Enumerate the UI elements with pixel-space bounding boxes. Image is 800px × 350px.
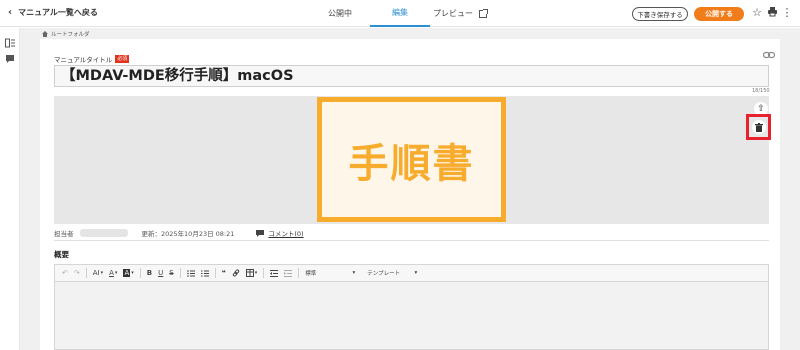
- left-rail: [0, 28, 20, 350]
- outdent-button[interactable]: [267, 265, 281, 281]
- font-color-button[interactable]: A ▾: [106, 265, 120, 281]
- tab-preview[interactable]: プレビュー: [430, 0, 490, 27]
- title-label: マニュアルタイトル 必須: [54, 54, 130, 64]
- toolbar-separator: [298, 268, 300, 278]
- redo-button[interactable]: ↷: [71, 265, 83, 281]
- numbered-list-button[interactable]: [198, 265, 212, 281]
- font-size-button[interactable]: AI ▾: [90, 265, 106, 281]
- tab-edit-label: 編集: [392, 8, 408, 17]
- print-icon[interactable]: [766, 6, 778, 20]
- star-icon[interactable]: ☆: [751, 6, 763, 20]
- title-label-text: マニュアルタイトル: [54, 56, 113, 64]
- toolbar-separator: [263, 268, 265, 278]
- bg-color-button[interactable]: A ▾: [120, 265, 136, 281]
- toolbar-separator: [139, 268, 141, 278]
- toc-icon[interactable]: [5, 33, 15, 48]
- bullet-list-button[interactable]: [184, 265, 198, 281]
- back-to-list-link[interactable]: ‹ マニュアル一覧へ戻る: [8, 7, 98, 18]
- toolbar-separator: [214, 268, 216, 278]
- chevron-down-icon: ▾: [414, 270, 418, 276]
- toolbar-separator: [85, 268, 87, 278]
- insert-table-button[interactable]: ▾: [243, 265, 261, 281]
- strikethrough-button[interactable]: S: [166, 265, 176, 281]
- tab-published[interactable]: 公開中: [310, 0, 370, 27]
- tab-published-label: 公開中: [328, 9, 352, 18]
- summary-label: 概要: [54, 250, 69, 259]
- title-input[interactable]: 【MDAV-MDE移行手順】macOS: [54, 65, 769, 87]
- indent-button[interactable]: [281, 265, 295, 281]
- template-select-value: テンプレート: [367, 271, 401, 277]
- title-char-count: 18/150: [752, 88, 770, 94]
- comment-icon[interactable]: [5, 49, 15, 63]
- back-label: マニュアル一覧へ戻る: [18, 8, 98, 17]
- breadcrumb[interactable]: ルートフォルダ: [42, 30, 90, 38]
- view-tabs: 公開中 編集 プレビュー: [310, 0, 490, 27]
- tab-edit[interactable]: 編集: [370, 0, 430, 27]
- bg-color-label: A: [123, 269, 131, 277]
- publish-button[interactable]: 公開する: [694, 7, 744, 21]
- editor-toolbar: ↶ ↷ AI ▾ A ▾ A ▾ B U S ❝ ▾ 標準 ▾ テンプレート ▾: [54, 264, 769, 282]
- link-icon[interactable]: [762, 44, 776, 59]
- owner-label: 担当者: [54, 230, 74, 238]
- font-size-label: AI: [92, 269, 100, 277]
- required-badge: 必須: [115, 55, 130, 63]
- cover-image-text: 手順書: [348, 140, 475, 187]
- toolbar-separator: [179, 268, 181, 278]
- outdent-icon: [270, 269, 279, 277]
- table-icon: [245, 269, 254, 277]
- back-chevron-icon: ‹: [8, 6, 13, 18]
- tab-preview-label: プレビュー: [433, 9, 473, 18]
- paragraph-style-select[interactable]: 標準 ▾: [302, 266, 358, 280]
- breadcrumb-label: ルートフォルダ: [51, 32, 90, 38]
- insert-link-button[interactable]: [229, 265, 243, 281]
- divider: [54, 240, 769, 241]
- updated-timestamp: 更新：2025年10月23日 08:21: [141, 230, 235, 238]
- delete-image-button[interactable]: [746, 114, 771, 140]
- numbered-list-icon: [200, 270, 209, 276]
- font-color-label: A: [109, 269, 114, 277]
- owner-name-redacted: [79, 229, 128, 237]
- more-vertical-icon[interactable]: ⋮: [781, 6, 793, 20]
- comment-icon: [256, 229, 265, 237]
- quote-button[interactable]: ❝: [219, 265, 229, 281]
- bold-button[interactable]: B: [144, 265, 155, 281]
- top-header: ‹ マニュアル一覧へ戻る 公開中 編集 プレビュー 下書き保存する 公開する ☆…: [0, 0, 800, 27]
- comment-link-label: コメント(0): [268, 230, 304, 238]
- comment-link[interactable]: コメント(0): [256, 228, 304, 238]
- home-icon: [42, 31, 48, 37]
- chevron-down-icon: ▾: [114, 270, 118, 276]
- bullet-list-icon: [186, 269, 195, 277]
- underline-button[interactable]: U: [155, 265, 166, 281]
- trash-icon: [754, 122, 763, 132]
- template-select[interactable]: テンプレート ▾: [364, 266, 420, 280]
- chevron-down-icon: ▾: [131, 270, 134, 276]
- chevron-down-icon: ▾: [100, 270, 104, 276]
- undo-button[interactable]: ↶: [59, 265, 71, 281]
- indent-icon: [284, 269, 293, 277]
- paragraph-style-value: 標準: [305, 271, 317, 277]
- chevron-down-icon: ▾: [352, 270, 356, 276]
- meta-row: 担当者 更新：2025年10月23日 08:21 コメント(0): [54, 228, 304, 238]
- save-draft-button[interactable]: 下書き保存する: [632, 7, 688, 21]
- summary-editor[interactable]: [54, 282, 769, 350]
- external-link-icon: [479, 8, 488, 18]
- link-icon: [232, 269, 239, 277]
- cover-image: 手順書: [317, 97, 506, 222]
- chevron-down-icon: ▾: [254, 270, 258, 276]
